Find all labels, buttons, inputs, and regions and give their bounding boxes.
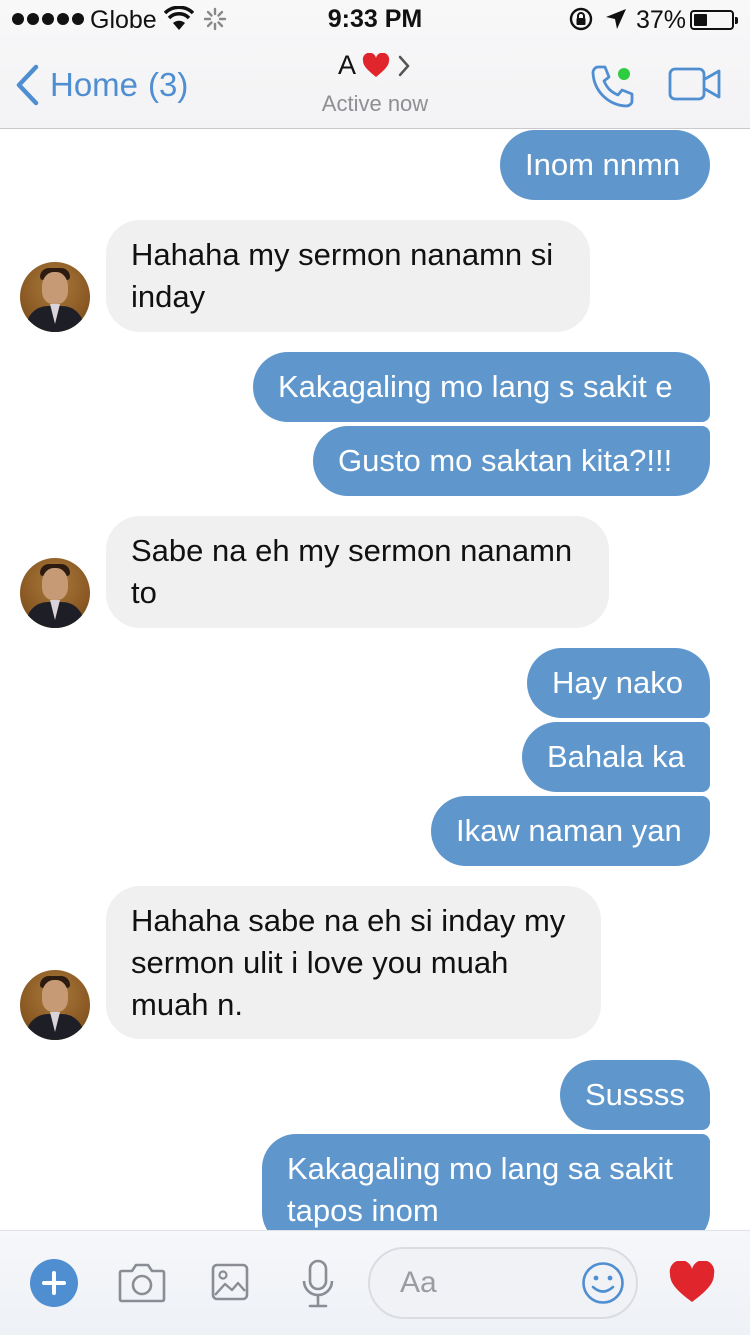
message-bubble-outgoing[interactable]: Kakagaling mo lang s sakit e	[253, 352, 710, 422]
composer-bar	[0, 1230, 750, 1335]
rotation-lock-icon	[569, 7, 593, 31]
microphone-icon[interactable]	[300, 1259, 336, 1309]
online-indicator	[618, 68, 630, 80]
message-bubble-outgoing[interactable]: Hay nako	[527, 648, 710, 718]
chevron-right-icon	[398, 55, 410, 76]
message-bubble-outgoing[interactable]: Sussss	[560, 1060, 710, 1130]
header: Globe 9:33 PM 37% Home (3) A Active now	[0, 0, 750, 129]
presence-status: Active now	[321, 91, 429, 116]
message-bubble-incoming[interactable]: Hahaha my sermon nanamn si inday	[106, 220, 590, 332]
contact-avatar[interactable]	[20, 970, 90, 1040]
message-bubble-outgoing[interactable]: Ikaw naman yan	[431, 796, 710, 866]
unread-count: (3)	[148, 66, 189, 103]
location-arrow-icon	[606, 9, 626, 29]
contact-name: A	[337, 50, 356, 80]
message-bubble-incoming[interactable]: Sabe na eh my sermon nanamn to	[106, 516, 609, 628]
contact-avatar[interactable]	[20, 558, 90, 628]
message-bubble-outgoing[interactable]: Inom nnmn	[500, 130, 710, 200]
plus-icon[interactable]	[30, 1259, 78, 1307]
heart-icon[interactable]	[668, 1261, 716, 1305]
back-button[interactable]: Home (3)	[14, 60, 188, 110]
gallery-icon[interactable]	[211, 1263, 249, 1301]
heart-icon	[362, 52, 390, 77]
message-bubble-incoming[interactable]: Hahaha sabe na eh si inday my sermon uli…	[106, 886, 601, 1039]
message-bubble-outgoing[interactable]: Bahala ka	[522, 722, 710, 792]
conversation-title[interactable]: A Active now	[225, 50, 525, 117]
video-call-icon[interactable]	[668, 66, 722, 102]
status-bar: Globe 9:33 PM 37%	[0, 0, 750, 40]
battery-icon	[690, 10, 738, 30]
chevron-left-icon	[16, 64, 39, 106]
camera-icon[interactable]	[118, 1261, 166, 1303]
back-label: Home	[50, 66, 139, 103]
contact-avatar[interactable]	[20, 262, 90, 332]
message-bubble-outgoing[interactable]: Gusto mo saktan kita?!!!	[313, 426, 710, 496]
battery-percentage: 37%	[636, 6, 687, 34]
emoji-icon[interactable]	[581, 1261, 625, 1305]
